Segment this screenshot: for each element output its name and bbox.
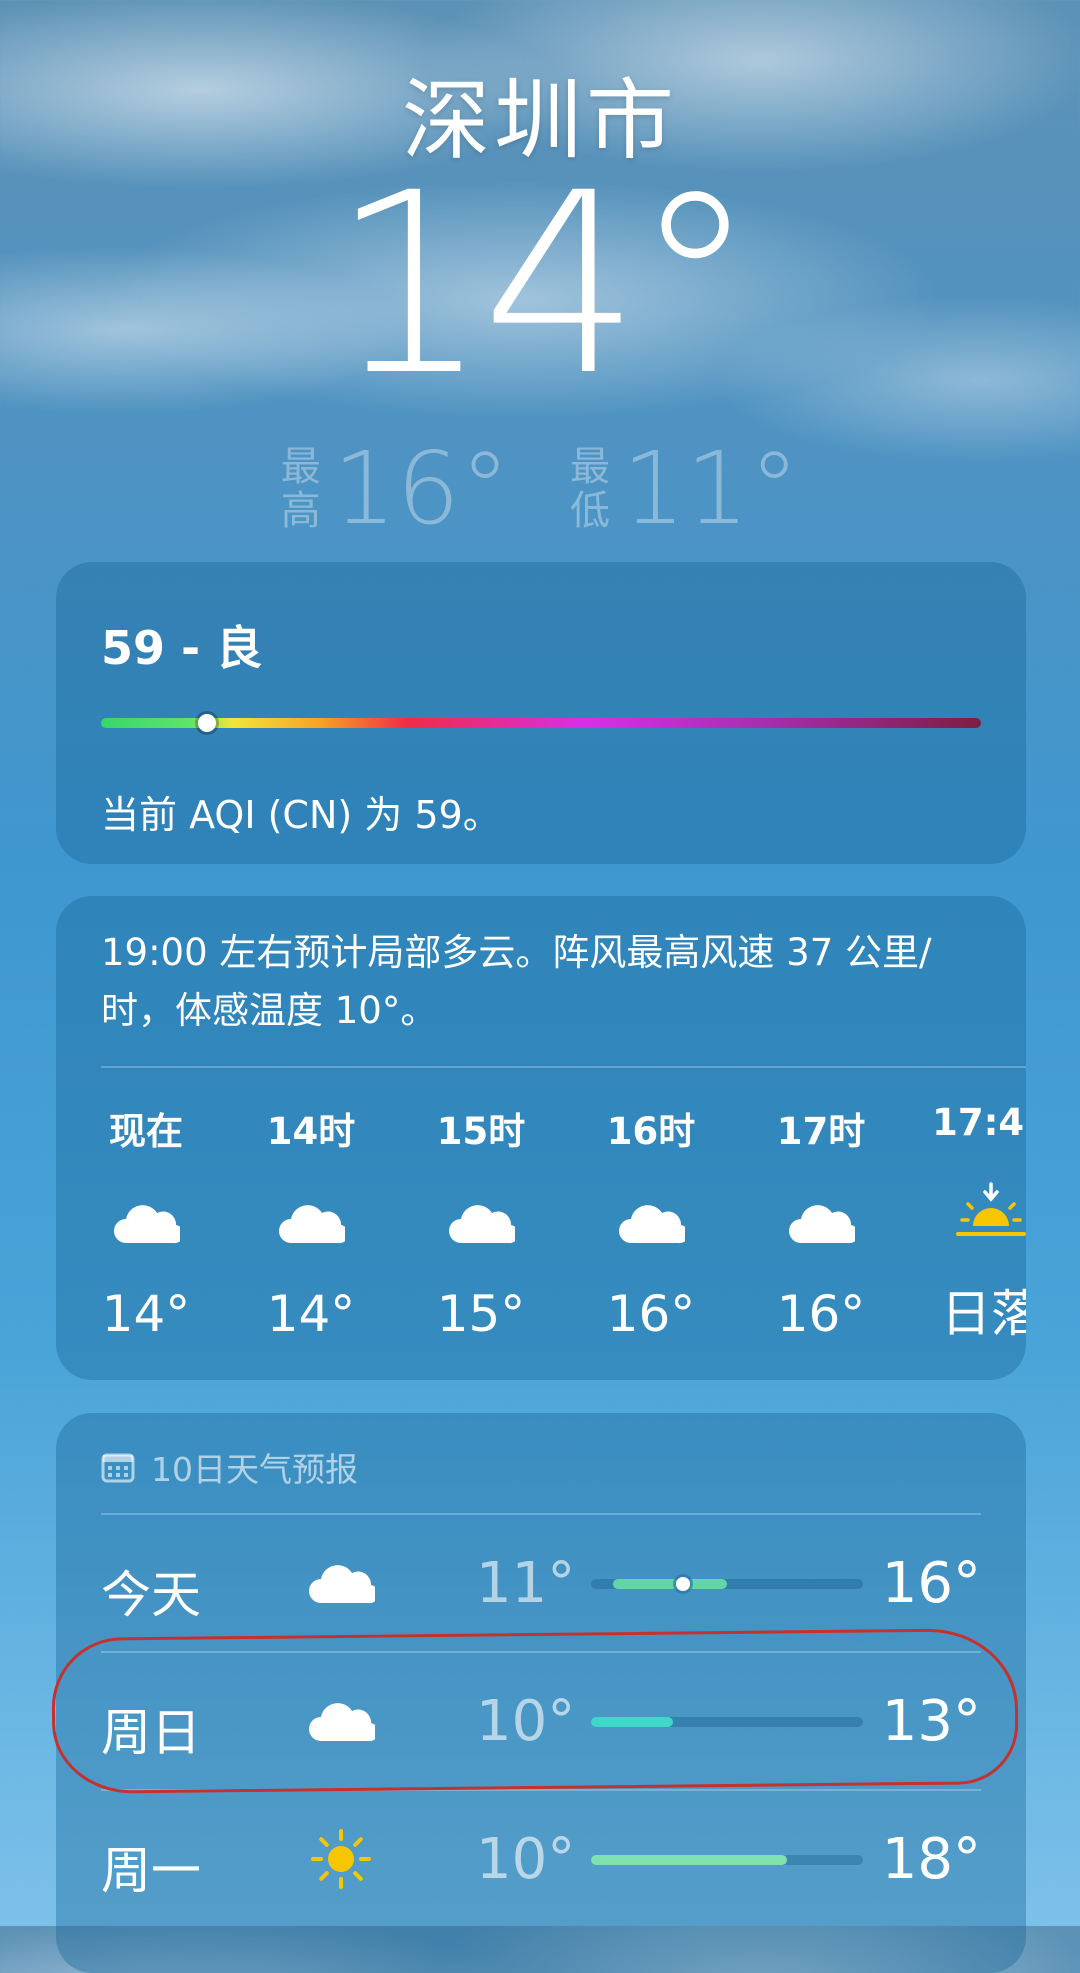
hourly-item: 14时 14° [241,1101,381,1343]
low-label: 最低 [570,443,610,534]
high-low-temperatures: 最高 16° 最低 11° [0,430,1080,547]
cloud-icon [306,1553,376,1613]
air-quality-card[interactable]: 59 - 良 当前 AQI (CN) 为 59。 [56,562,1026,864]
hour-temperature: 16° [606,1285,696,1343]
hourly-forecast-card[interactable]: 19:00 左右预计局部多云。阵风最高风速 37 公里/时，体感温度 10°。 … [56,896,1026,1380]
hour-label: 17时 [776,1110,866,1153]
aqi-description: 当前 AQI (CN) 为 59。 [101,793,501,837]
hourly-item: 现在 14° [76,1101,216,1343]
temperature-range-fill [591,1855,787,1865]
hourly-item: 17时 16° [751,1101,891,1343]
aqi-value: 59 - 良 [101,621,263,675]
annotation-circle [51,1627,1019,1795]
temperature-range-bar [591,1855,863,1865]
high-label: 最高 [280,443,321,534]
hour-label: 15时 [436,1110,526,1153]
low-temp-group: 最低 11° [570,430,799,547]
ten-day-title-text: 10日天气预报 [151,1450,358,1489]
low-temp: 11° [476,1551,576,1616]
temperature-range-bar [591,1577,863,1591]
hourly-item: 17:41 日落 [921,1101,1026,1346]
hour-label: 现在 [109,1110,183,1153]
hour-temperature: 14° [266,1285,356,1343]
ten-day-title: 10日天气预报 [101,1443,358,1491]
day-label: 周一 [101,1842,201,1900]
calendar-icon [101,1453,135,1483]
aqi-scale-bar [101,718,981,728]
low-temp: 10° [476,1827,576,1892]
low-value: 11° [622,430,800,547]
hour-temperature: 16° [776,1285,866,1343]
high-temp: 18° [881,1827,981,1892]
hour-label: 17:41 [932,1101,1026,1144]
divider [101,1066,1026,1068]
cloud-icon [751,1193,891,1253]
hourly-item: 16时 16° [581,1101,721,1343]
sunset-icon [921,1182,1026,1242]
hour-temperature: 14° [101,1285,191,1343]
aqi-indicator-dot [197,714,216,732]
temperature-range-fill [612,1579,727,1589]
hour-label: 16时 [606,1110,696,1153]
hour-label: 14时 [266,1110,356,1153]
day-row[interactable]: 周一 10° 18° [101,1789,981,1929]
cloud-icon [76,1193,216,1253]
current-temperature: 14° [330,139,757,430]
high-value: 16° [332,430,510,547]
cloud-icon [411,1193,551,1253]
day-label: 今天 [101,1566,201,1624]
high-temp-group: 最高 16° [281,430,510,547]
hour-temperature: 日落 [941,1285,1026,1343]
high-temp: 16° [881,1551,981,1616]
hourly-item: 15时 15° [411,1101,551,1343]
hourly-summary: 19:00 左右预计局部多云。阵风最高风速 37 公里/时，体感温度 10°。 [101,931,932,1032]
sun-icon [306,1829,376,1889]
cloud-icon [241,1193,381,1253]
hour-temperature: 15° [436,1285,526,1343]
cloud-icon [581,1193,721,1253]
